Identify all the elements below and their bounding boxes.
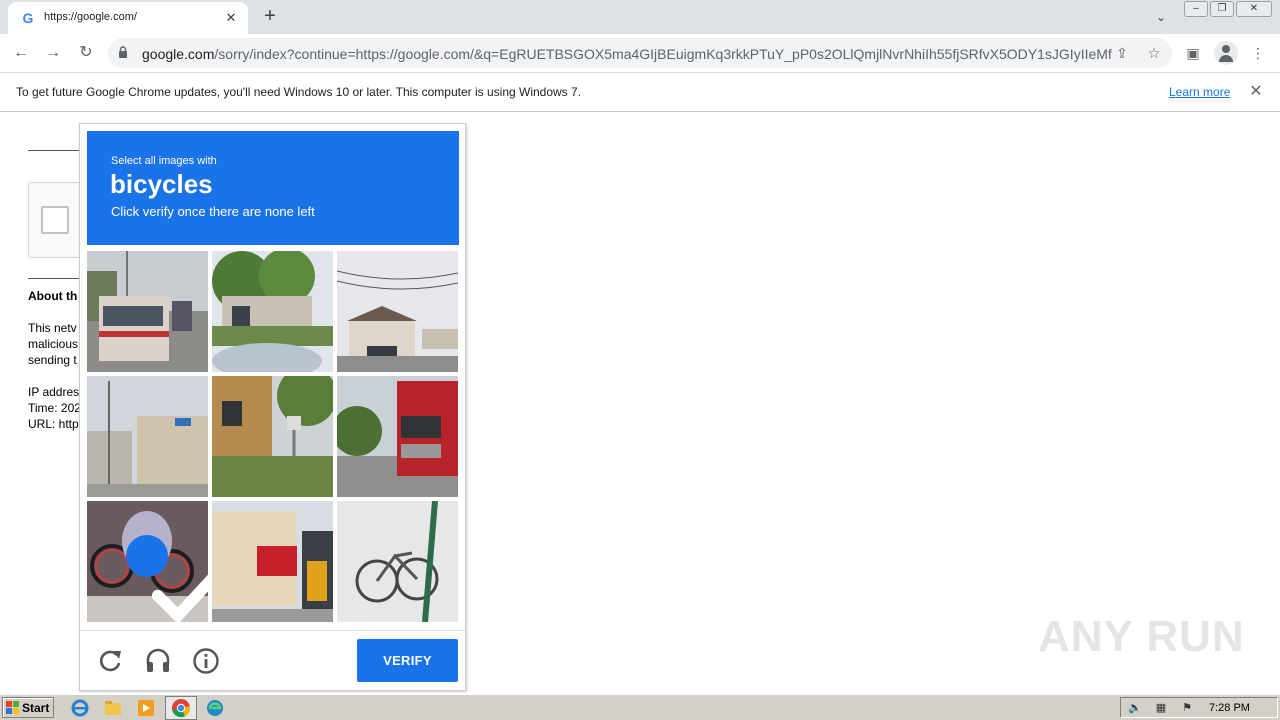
info-icon[interactable] [191, 646, 221, 676]
windows-logo-icon [6, 701, 19, 714]
file-explorer-icon[interactable] [103, 698, 123, 718]
red-truck-image [337, 376, 458, 497]
share-icon[interactable]: ⇪ [1112, 43, 1132, 63]
menu-kebab-icon[interactable]: ⋮ [1246, 41, 1270, 65]
challenge-instruction: Select all images with [111, 155, 217, 167]
image-tile-3[interactable] [337, 251, 458, 372]
image-tile-6[interactable] [337, 376, 458, 497]
window-restore-button[interactable]: ❐ [1210, 1, 1234, 17]
window-close-button[interactable]: ✕ [1236, 1, 1272, 17]
audio-challenge-icon[interactable] [143, 646, 173, 676]
back-arrow-icon[interactable]: ← [8, 40, 34, 66]
forward-arrow-icon[interactable]: → [40, 40, 66, 66]
system-tray: 🔈 ▦ ⚑ 7:28 PM [1120, 697, 1278, 718]
about-text-line: malicious [28, 337, 79, 351]
anyrun-watermark: ANY RUN [1038, 612, 1245, 661]
browser-toolbar: ← → ↻ google.com/sorry/index?continue=ht… [0, 34, 1280, 72]
side-panel-icon[interactable]: ▣ [1181, 41, 1205, 65]
new-tab-button[interactable]: + [258, 4, 282, 28]
image-tile-5[interactable] [212, 376, 333, 497]
network-icon[interactable]: ▦ [1153, 701, 1169, 715]
narrow-street-image [87, 376, 208, 497]
internet-explorer-icon[interactable] [70, 698, 90, 718]
chrome-taskbar-button[interactable] [165, 696, 197, 720]
verify-button[interactable]: VERIFY [357, 639, 458, 682]
lock-icon[interactable] [118, 46, 128, 58]
learn-more-link[interactable]: Learn more [1169, 85, 1230, 99]
about-text-line: This netv [28, 321, 77, 335]
recaptcha-challenge: Select all images with bicycles Click ve… [79, 123, 466, 691]
house-trees-image [212, 251, 333, 372]
clock[interactable]: 7:28 PM [1209, 702, 1250, 714]
bicycle-image [337, 501, 458, 622]
chrome-icon [172, 699, 191, 718]
start-button[interactable]: Start [2, 697, 54, 718]
garden-mailbox-image [212, 376, 333, 497]
challenge-subtext: Click verify once there are none left [111, 204, 315, 219]
tab-title: https://google.com/ [44, 11, 137, 23]
bookmark-star-icon[interactable]: ☆ [1144, 43, 1164, 63]
start-label: Start [22, 701, 50, 715]
google-favicon-icon: G [22, 10, 34, 26]
tab-strip: G https://google.com/ ✕ + ⌄ ‒ ❐ ✕ [0, 0, 1280, 34]
url-text[interactable]: google.com/sorry/index?continue=https://… [142, 46, 1112, 62]
image-tile-9[interactable] [337, 501, 458, 622]
reload-challenge-icon[interactable] [95, 646, 125, 676]
reload-icon[interactable]: ↻ [73, 40, 99, 66]
url-line: URL: http [28, 417, 79, 431]
infobar-message: To get future Google Chrome updates, you… [16, 85, 582, 99]
recaptcha-checkbox[interactable] [41, 206, 69, 234]
time-line: Time: 202 [28, 401, 81, 415]
footer-divider [80, 630, 465, 631]
profile-avatar-icon[interactable] [1214, 41, 1238, 65]
challenge-target: bicycles [110, 169, 213, 199]
ip-address-line: IP addres [28, 385, 80, 399]
volume-icon[interactable]: 🔈 [1127, 701, 1143, 715]
image-tile-7-selected[interactable] [87, 501, 208, 622]
about-text-line: sending t [28, 353, 77, 367]
address-bar[interactable]: google.com/sorry/index?continue=https://… [108, 38, 1172, 68]
action-center-flag-icon[interactable]: ⚑ [1179, 701, 1195, 715]
tab-search-chevron-icon[interactable]: ⌄ [1150, 6, 1172, 28]
update-infobar: To get future Google Chrome updates, you… [0, 72, 1280, 112]
window-minimize-button[interactable]: ‒ [1184, 1, 1208, 17]
infobar-close-icon[interactable]: ✕ [1246, 82, 1266, 102]
image-tile-1[interactable] [87, 251, 208, 372]
selected-check-icon [126, 535, 208, 622]
media-player-icon[interactable] [136, 698, 156, 718]
image-tile-4[interactable] [87, 376, 208, 497]
house-powerlines-image [337, 251, 458, 372]
street-bus-image [87, 251, 208, 372]
challenge-header: Select all images with bicycles Click ve… [87, 131, 459, 245]
storefront-image [212, 501, 333, 622]
about-heading: About th [28, 289, 78, 303]
browser-tab[interactable]: G https://google.com/ ✕ [8, 2, 248, 34]
tab-close-icon[interactable]: ✕ [222, 9, 240, 27]
edge-icon[interactable] [205, 698, 225, 718]
windows-taskbar: Start 🔈 ▦ ⚑ 7:28 PM [0, 694, 1280, 720]
image-tile-8[interactable] [212, 501, 333, 622]
image-tile-2[interactable] [212, 251, 333, 372]
